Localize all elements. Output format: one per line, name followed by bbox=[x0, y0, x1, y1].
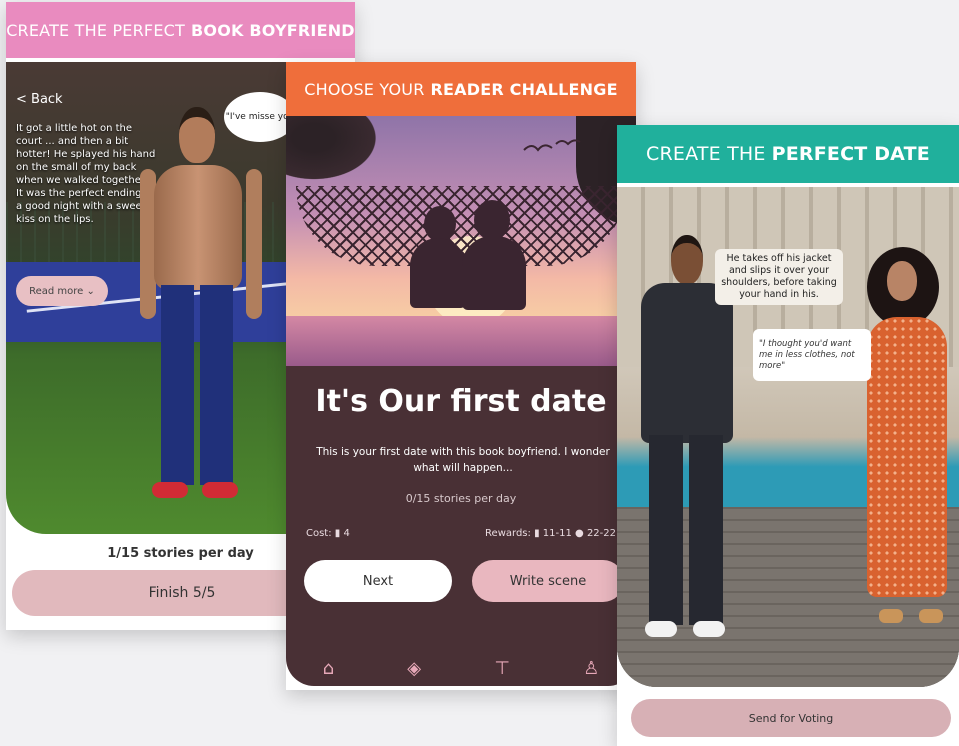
quote-bubble: "I thought you'd want me in less clothes… bbox=[753, 329, 871, 381]
coin-icon: ● bbox=[575, 528, 584, 539]
rewards-label: Rewards: bbox=[485, 528, 531, 539]
perfect-date-card: CREATE THE PERFECT DATE He takes off his… bbox=[617, 125, 959, 746]
card1-banner: CREATE THE PERFECT BOOK BOYFRIEND bbox=[6, 2, 355, 58]
rewards: Rewards: ▮ 11-11 ● 22-22 bbox=[485, 528, 616, 539]
stories-per-day: 0/15 stories per day bbox=[405, 492, 517, 505]
polka-dot-dress bbox=[867, 317, 947, 597]
character-torso bbox=[154, 165, 242, 290]
boyfriend-character bbox=[140, 107, 262, 507]
write-scene-button[interactable]: Write scene bbox=[472, 560, 624, 602]
character-head bbox=[179, 107, 215, 163]
character-face bbox=[887, 261, 917, 301]
character-suit bbox=[641, 283, 733, 443]
character-head bbox=[671, 235, 703, 285]
character-jeans bbox=[161, 285, 233, 485]
dress-icon[interactable]: ♙ bbox=[583, 658, 599, 679]
narration-bubble: He takes off his jacket and slips it ove… bbox=[715, 249, 843, 305]
story-text: It got a little hot on the court ... and… bbox=[16, 123, 156, 225]
banner-text: CHOOSE YOUR bbox=[304, 79, 425, 99]
shop-icon[interactable]: ◈ bbox=[407, 658, 421, 679]
person-body bbox=[410, 238, 466, 308]
read-more-button[interactable]: Read more ⌄ bbox=[16, 276, 108, 306]
card3-banner: CREATE THE PERFECT DATE bbox=[617, 125, 959, 183]
rewards-books: 11-11 bbox=[542, 528, 572, 539]
sunset-sky bbox=[286, 116, 636, 366]
reader-challenge-card: CHOOSE YOUR READER CHALLENGE It's Our fi… bbox=[286, 62, 636, 690]
cost-label: Cost: bbox=[306, 528, 332, 539]
heel bbox=[919, 609, 943, 623]
birds bbox=[523, 139, 581, 152]
sneaker bbox=[152, 482, 188, 498]
card2-banner: CHOOSE YOUR READER CHALLENGE bbox=[286, 62, 636, 116]
banner-bold-text: READER CHALLENGE bbox=[430, 79, 618, 99]
fountain-scene: He takes off his jacket and slips it ove… bbox=[617, 187, 959, 687]
couple-silhouette bbox=[404, 200, 534, 356]
banner-bold-text: BOOK BOYFRIEND bbox=[191, 20, 355, 40]
book-icon: ▮ bbox=[534, 528, 540, 539]
send-for-voting-button[interactable]: Send for Voting bbox=[631, 699, 951, 737]
heel bbox=[879, 609, 903, 623]
tab-bar: ⌂ ◈ ⊤ ♙ bbox=[286, 646, 636, 690]
sneaker bbox=[693, 621, 725, 637]
banner-text: CREATE THE PERFECT bbox=[6, 20, 185, 40]
lamp-icon[interactable]: ⊤ bbox=[494, 658, 510, 679]
back-button[interactable]: < Back bbox=[16, 92, 63, 107]
person-head bbox=[474, 200, 510, 240]
character-trousers bbox=[649, 435, 723, 625]
palm-leaves bbox=[286, 116, 386, 186]
challenge-title: It's Our first date bbox=[315, 384, 607, 419]
woman-character bbox=[859, 247, 959, 667]
rewards-coins: 22-22 bbox=[586, 528, 616, 539]
book-icon: ▮ bbox=[334, 528, 341, 539]
next-button[interactable]: Next bbox=[304, 560, 452, 602]
person-head bbox=[424, 206, 456, 242]
banner-text: CREATE THE bbox=[646, 143, 766, 165]
person-body bbox=[462, 236, 526, 310]
challenge-panel: It's Our first date This is your first d… bbox=[286, 116, 636, 686]
cost: Cost: ▮ 4 bbox=[306, 528, 350, 539]
banner-bold-text: PERFECT DATE bbox=[771, 143, 930, 165]
home-icon[interactable]: ⌂ bbox=[323, 658, 334, 679]
challenge-description: This is your first date with this book b… bbox=[316, 446, 610, 474]
character-arm bbox=[246, 169, 262, 319]
sneaker bbox=[202, 482, 238, 498]
sneaker bbox=[645, 621, 677, 637]
cost-value: 4 bbox=[343, 528, 350, 539]
